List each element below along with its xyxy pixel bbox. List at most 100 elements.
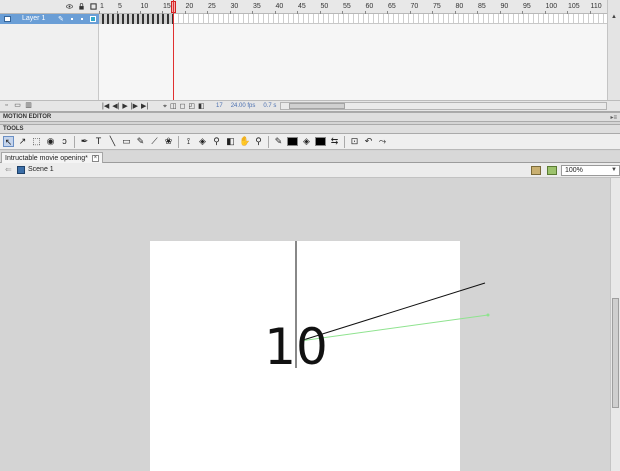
eyedropper-icon[interactable]: ⚲ bbox=[211, 136, 222, 147]
separator bbox=[344, 135, 345, 148]
frame-cells[interactable] bbox=[99, 14, 607, 24]
delete-layer-icon[interactable]: ▥ bbox=[25, 102, 32, 109]
new-folder-icon[interactable]: ▭ bbox=[14, 102, 21, 109]
ruler-label: 50 bbox=[320, 3, 329, 10]
playback-controls: |◀ ◀| ▶ |▶ ▶| bbox=[102, 102, 148, 111]
ruler-label: 80 bbox=[455, 3, 464, 10]
close-icon[interactable]: × bbox=[91, 154, 99, 162]
lock-icon[interactable] bbox=[78, 3, 85, 10]
lock-dot[interactable] bbox=[81, 18, 83, 20]
timeline-horizontal-scrollbar[interactable] bbox=[280, 102, 607, 110]
playhead[interactable] bbox=[173, 0, 174, 108]
outline-color-icon[interactable] bbox=[90, 16, 96, 22]
ruler-label: 35 bbox=[253, 3, 261, 10]
fill-color-swatch[interactable] bbox=[315, 137, 326, 146]
subselection-tool-icon[interactable]: ↗ bbox=[17, 136, 28, 147]
ruler-label: 90 bbox=[500, 3, 509, 10]
document-tabs: Intructable movie opening* × bbox=[0, 151, 620, 163]
swap-colors-icon[interactable]: ⇆ bbox=[329, 136, 340, 147]
deco-tool-icon[interactable]: ❀ bbox=[163, 136, 174, 147]
elapsed-time: 0.7 s bbox=[263, 103, 277, 109]
pen-tool-icon[interactable]: ✒ bbox=[79, 136, 90, 147]
frame-rate[interactable]: 24.00 fps bbox=[231, 102, 256, 111]
tools-header[interactable]: TOOLS bbox=[0, 124, 620, 134]
layer-header-icons bbox=[66, 3, 97, 10]
ruler-label: 85 bbox=[478, 3, 486, 10]
ruler-label: 15 bbox=[163, 3, 171, 10]
keyframes[interactable] bbox=[99, 14, 173, 24]
edit-scene-icon[interactable] bbox=[531, 166, 541, 175]
eye-icon[interactable] bbox=[66, 3, 73, 10]
step-forward-icon[interactable]: |▶ bbox=[131, 102, 138, 111]
scene-name[interactable]: Scene 1 bbox=[28, 166, 54, 173]
3d-rotation-icon[interactable]: ◉ bbox=[45, 136, 56, 147]
guide-endpoint[interactable] bbox=[486, 313, 490, 317]
panel-collapse-icon[interactable]: ▸≡ bbox=[610, 114, 617, 121]
visibility-dot[interactable] bbox=[71, 18, 73, 20]
bone-tool-icon[interactable]: ⟟ bbox=[183, 136, 194, 147]
ruler-label: 10 bbox=[140, 3, 149, 10]
brush-tool-icon[interactable]: ⟋ bbox=[149, 136, 160, 147]
ruler-label: 30 bbox=[230, 3, 239, 10]
timeline-vertical-scrollbar[interactable]: ▲ ▼ bbox=[607, 0, 620, 108]
center-frame-icon[interactable]: ⌖ bbox=[163, 102, 167, 111]
stage-area[interactable]: 10 bbox=[0, 178, 610, 471]
selection-tool-icon[interactable]: ↖ bbox=[3, 136, 14, 147]
outline-icon[interactable] bbox=[90, 3, 97, 10]
layer-buttons: ▫ ▭ ▥ bbox=[3, 102, 32, 109]
rectangle-tool-icon[interactable]: ▭ bbox=[121, 136, 132, 147]
chevron-down-icon[interactable]: ▼ bbox=[611, 167, 617, 173]
pencil-tool-icon[interactable]: ✎ bbox=[135, 136, 146, 147]
motion-guide-line[interactable] bbox=[299, 314, 489, 342]
line-tool-icon[interactable]: ╲ bbox=[107, 136, 118, 147]
snap-to-objects-icon[interactable]: ⊡ bbox=[349, 136, 360, 147]
first-frame-icon[interactable]: |◀ bbox=[102, 102, 109, 111]
layer-list-empty bbox=[0, 24, 99, 100]
ruler-label: 105 bbox=[568, 3, 580, 10]
stroke-color-icon[interactable]: ✎ bbox=[273, 136, 284, 147]
ruler-label: 1 bbox=[100, 3, 104, 10]
frame-grid-empty bbox=[99, 24, 607, 100]
ruler-label: 60 bbox=[365, 3, 374, 10]
edit-symbols-icon[interactable] bbox=[547, 166, 557, 175]
back-arrow-icon[interactable]: ⇐ bbox=[5, 165, 12, 174]
zoom-dropdown[interactable]: 100% ▼ bbox=[561, 165, 620, 176]
stroke-color-swatch[interactable] bbox=[287, 137, 298, 146]
lasso-icon[interactable]: ↄ bbox=[59, 136, 70, 147]
ruler-label: 70 bbox=[410, 3, 419, 10]
free-transform-icon[interactable]: ⬚ bbox=[31, 136, 42, 147]
countdown-number[interactable]: 10 bbox=[264, 318, 328, 376]
step-back-icon[interactable]: ◀| bbox=[112, 102, 119, 111]
onion-skin-icon[interactable]: ◫ bbox=[170, 102, 177, 111]
straighten-icon[interactable]: ⤳ bbox=[377, 136, 388, 147]
scroll-thumb[interactable] bbox=[289, 103, 345, 109]
stage-vertical-scrollbar[interactable] bbox=[610, 178, 620, 471]
eraser-icon[interactable]: ◧ bbox=[225, 136, 236, 147]
timeline-header: 1 5 10 15 20 25 30 35 40 45 50 55 60 65 70 75 80 85 90 95 10… bbox=[0, 0, 620, 14]
last-frame-icon[interactable]: ▶| bbox=[141, 102, 148, 111]
zoom-value: 100% bbox=[565, 167, 583, 174]
onion-outline-icon[interactable]: ◻ bbox=[180, 102, 186, 111]
ruler-label: 25 bbox=[208, 3, 216, 10]
text-tool-icon[interactable]: T bbox=[93, 136, 104, 147]
document-tab[interactable]: Intructable movie opening* × bbox=[1, 152, 103, 163]
zoom-tool-icon[interactable]: ⚲ bbox=[253, 136, 264, 147]
play-icon[interactable]: ▶ bbox=[122, 102, 127, 111]
edit-multiple-icon[interactable]: ◰ bbox=[188, 102, 195, 111]
smooth-icon[interactable]: ↶ bbox=[363, 136, 374, 147]
layer-row[interactable]: Layer 1 ✎ bbox=[0, 14, 99, 24]
onion-markers-icon[interactable]: ◧ bbox=[198, 102, 205, 111]
motion-editor-title: MOTION EDITOR bbox=[3, 114, 52, 120]
scroll-up-icon[interactable]: ▲ bbox=[611, 14, 617, 20]
timeline-panel: 1 5 10 15 20 25 30 35 40 45 50 55 60 65 70 75 80 85 90 95 10… bbox=[0, 0, 620, 112]
paint-bucket-icon[interactable]: ◈ bbox=[197, 136, 208, 147]
new-layer-icon[interactable]: ▫ bbox=[3, 102, 10, 109]
ruler-label: 95 bbox=[523, 3, 531, 10]
current-frame[interactable]: 17 bbox=[216, 102, 223, 111]
layer-name[interactable]: Layer 1 bbox=[22, 15, 45, 22]
ruler-label: 75 bbox=[433, 3, 441, 10]
fill-color-icon[interactable]: ◈ bbox=[301, 136, 312, 147]
motion-editor-header[interactable]: MOTION EDITOR ▸≡ bbox=[0, 112, 620, 122]
hand-tool-icon[interactable]: ✋ bbox=[239, 136, 250, 147]
scroll-thumb[interactable] bbox=[612, 298, 619, 408]
